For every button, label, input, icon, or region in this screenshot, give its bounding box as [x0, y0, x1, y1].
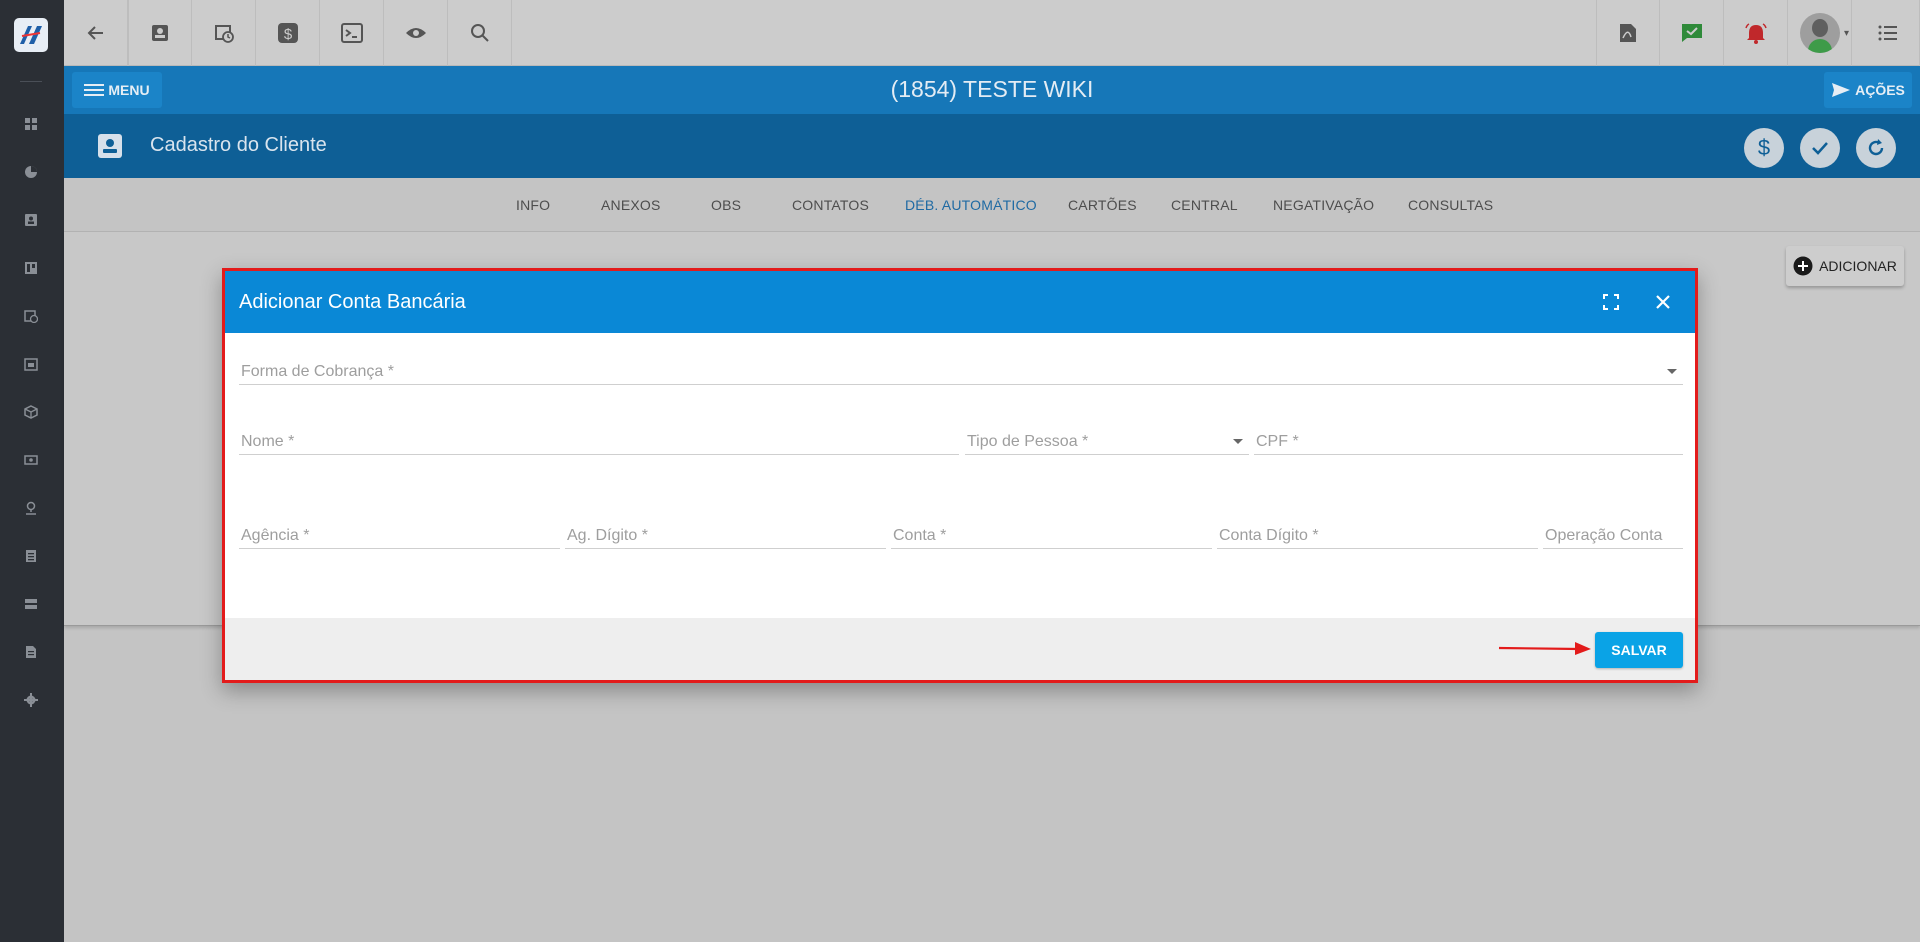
save-button[interactable]: SALVAR: [1595, 632, 1683, 668]
section-header: Cadastro do Cliente $: [64, 114, 1920, 178]
tab-deb-automatico[interactable]: DÉB. AUTOMÁTICO: [905, 197, 1037, 213]
acoes-button[interactable]: AÇÕES: [1824, 72, 1912, 108]
dialog-footer: SALVAR: [225, 618, 1695, 680]
add-button[interactable]: ADICIONAR: [1786, 246, 1904, 286]
close-icon[interactable]: [1651, 290, 1675, 314]
search-icon[interactable]: [448, 0, 512, 66]
top-toolbar: $ ▾: [64, 0, 1920, 66]
tipo-pessoa-select[interactable]: Tipo de Pessoa *: [965, 419, 1249, 455]
agencia-field[interactable]: Agência *: [239, 513, 560, 549]
ag-digito-field[interactable]: Ag. Dígito *: [565, 513, 886, 549]
document-icon[interactable]: [22, 643, 40, 661]
dashboard-icon[interactable]: [22, 115, 40, 133]
package-icon[interactable]: [22, 403, 40, 421]
dropdown-caret-icon: [1233, 439, 1243, 444]
operacao-conta-field[interactable]: Operação Conta: [1543, 513, 1683, 549]
dollar-button[interactable]: $: [1744, 128, 1784, 168]
board-icon[interactable]: [22, 259, 40, 277]
tab-central[interactable]: CENTRAL: [1171, 197, 1238, 213]
section-title: Cadastro do Cliente: [150, 134, 327, 156]
dialog-title: Adicionar Conta Bancária: [239, 291, 466, 313]
operacao-conta-label: Operação Conta: [1545, 527, 1663, 544]
dollar-icon: $: [1757, 135, 1771, 160]
tab-info[interactable]: INFO: [516, 197, 550, 213]
nome-label: Nome *: [241, 433, 295, 450]
agencia-label: Agência *: [241, 527, 310, 544]
cpf-label: CPF *: [1256, 433, 1299, 450]
contact-card-icon[interactable]: [22, 211, 40, 229]
refresh-button[interactable]: [1856, 128, 1896, 168]
pie-chart-icon[interactable]: [22, 163, 40, 181]
refresh-icon: [1868, 139, 1884, 156]
red-arrow-annotation: [1498, 642, 1591, 655]
contact-card-icon[interactable]: [128, 0, 192, 66]
avatar[interactable]: [1800, 13, 1840, 53]
tab-obs[interactable]: OBS: [711, 197, 741, 213]
location-icon[interactable]: [22, 499, 40, 517]
acoes-label: AÇÕES: [1855, 82, 1905, 98]
fullscreen-icon[interactable]: [1599, 290, 1623, 314]
sidebar-divider: [20, 81, 42, 82]
server-icon[interactable]: [22, 595, 40, 613]
confirm-button[interactable]: [1800, 128, 1840, 168]
tab-contatos[interactable]: CONTATOS: [792, 197, 869, 213]
conta-label: Conta *: [893, 527, 947, 544]
forma-cobranca-label: Forma de Cobrança *: [241, 363, 394, 380]
send-icon: [1832, 83, 1851, 97]
app-logo[interactable]: [14, 18, 48, 52]
dialog-header: Adicionar Conta Bancária: [225, 271, 1695, 333]
pdf-icon[interactable]: [1596, 0, 1660, 66]
eye-icon[interactable]: [384, 0, 448, 66]
conta-field[interactable]: Conta *: [891, 513, 1212, 549]
forma-cobranca-select[interactable]: Forma de Cobrança *: [239, 349, 1683, 385]
plus-circle-icon: [1793, 256, 1813, 276]
check-icon: [1812, 142, 1828, 155]
terminal-icon[interactable]: [320, 0, 384, 66]
ag-digito-label: Ag. Dígito *: [567, 527, 648, 544]
tipo-pessoa-label: Tipo de Pessoa *: [967, 433, 1089, 450]
conta-digito-field[interactable]: Conta Dígito *: [1217, 513, 1538, 549]
chevron-down-icon: ▾: [1844, 27, 1850, 39]
list-menu-icon[interactable]: [1856, 0, 1920, 66]
user-menu[interactable]: ▾: [1788, 0, 1852, 66]
calendar-clock-icon[interactable]: [192, 0, 256, 66]
client-header-bar: MENU (1854) TESTE WIKI AÇÕES: [64, 66, 1920, 114]
cpf-field[interactable]: CPF *: [1254, 419, 1683, 455]
back-arrow-icon[interactable]: [64, 0, 128, 66]
chat-check-icon[interactable]: [1660, 0, 1724, 66]
dollar-icon[interactable]: $: [256, 0, 320, 66]
cash-icon[interactable]: [22, 451, 40, 469]
calendar-icon[interactable]: [22, 355, 40, 373]
tab-bar: INFO ANEXOS OBS CONTATOS DÉB. AUTOMÁTICO…: [64, 178, 1920, 232]
tab-consultas[interactable]: CONSULTAS: [1408, 197, 1493, 213]
contact-card-icon: [98, 134, 122, 158]
tab-anexos[interactable]: ANEXOS: [601, 197, 661, 213]
tab-cartoes[interactable]: CARTÕES: [1068, 197, 1137, 213]
gear-icon[interactable]: [22, 691, 40, 709]
list-icon[interactable]: [22, 547, 40, 565]
calendar-clock-icon[interactable]: [22, 307, 40, 325]
svg-text:$: $: [283, 26, 292, 43]
left-sidebar: [0, 0, 64, 942]
add-label: ADICIONAR: [1819, 258, 1897, 274]
conta-digito-label: Conta Dígito *: [1219, 527, 1319, 544]
alarm-bell-icon[interactable]: [1724, 0, 1788, 66]
page-title: (1854) TESTE WIKI: [890, 76, 1094, 102]
dropdown-caret-icon: [1667, 369, 1677, 374]
nome-field[interactable]: Nome *: [239, 419, 959, 455]
add-bank-account-dialog: Adicionar Conta Bancária Forma de Cobran…: [222, 268, 1698, 683]
tab-negativacao[interactable]: NEGATIVAÇÃO: [1273, 197, 1374, 213]
